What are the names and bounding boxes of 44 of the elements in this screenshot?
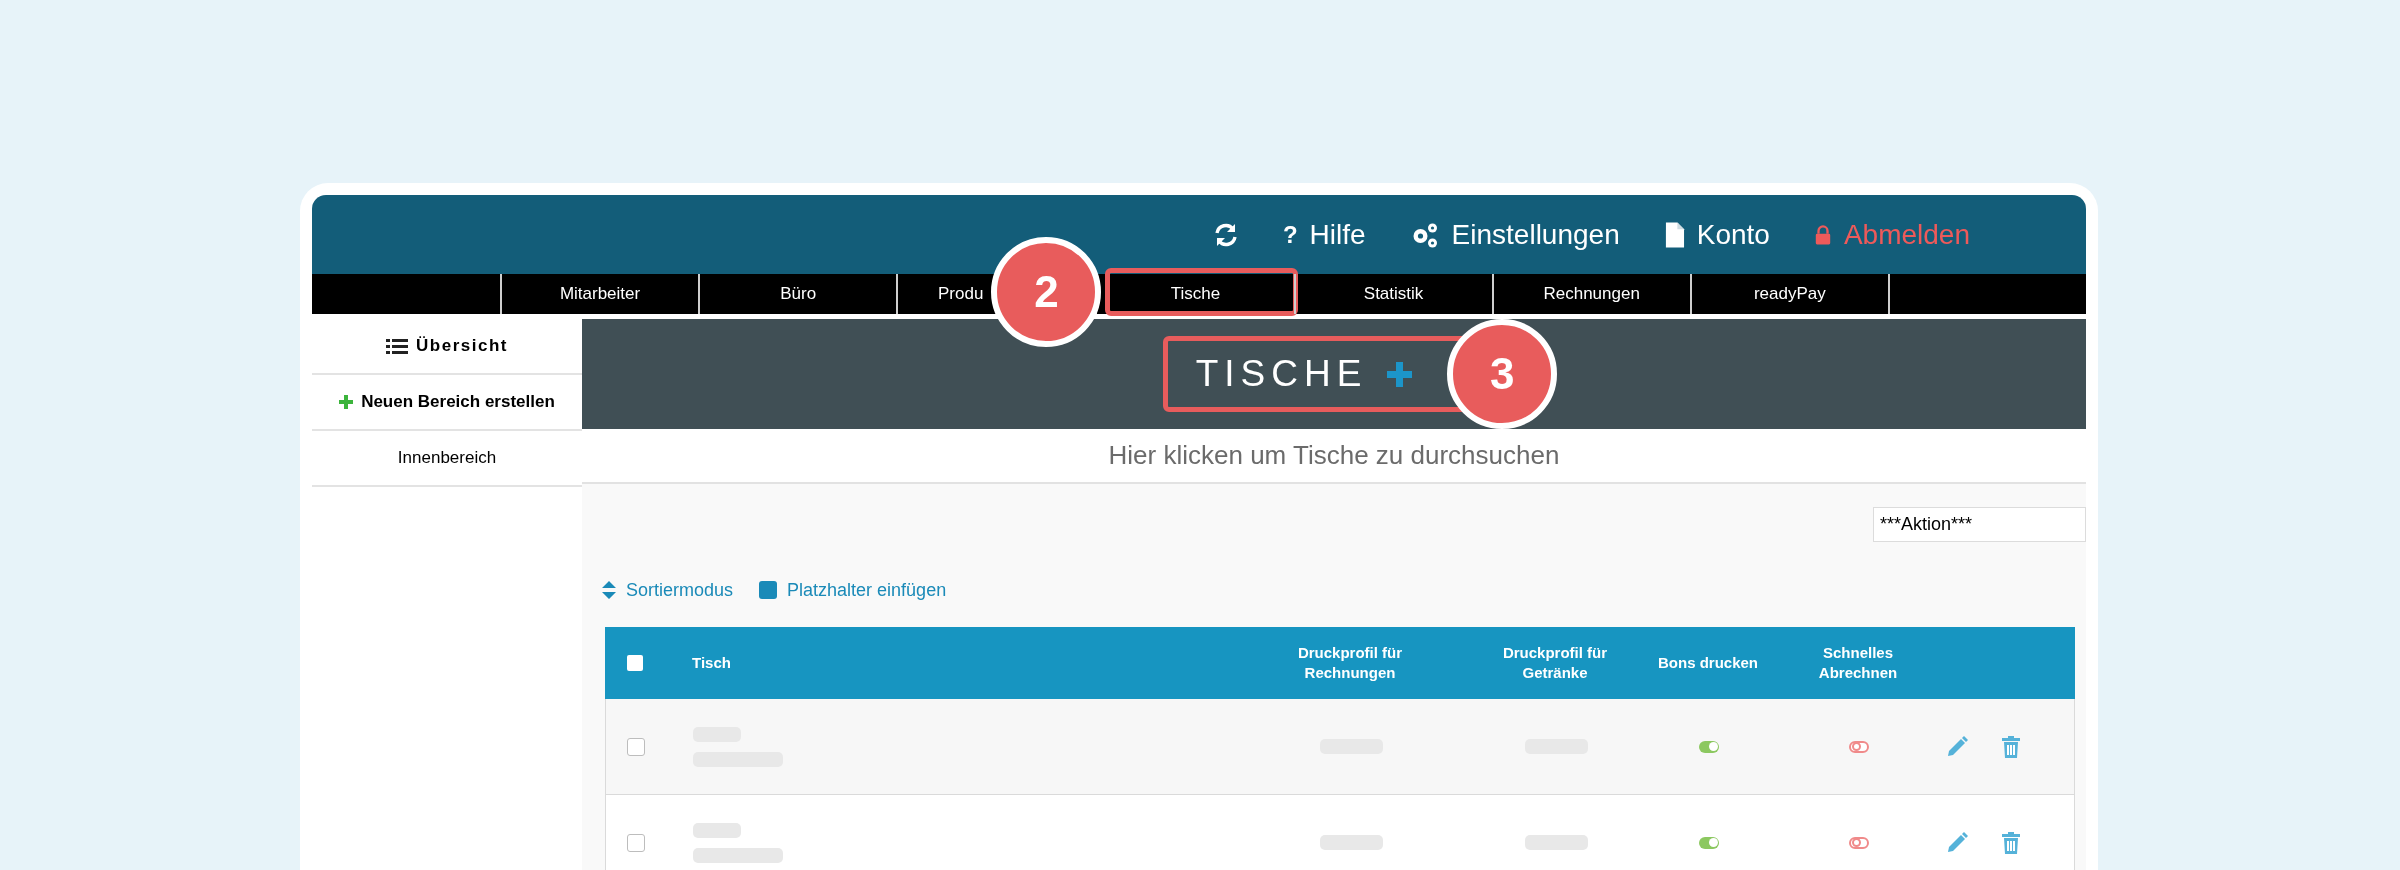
column-header: Druckprofil für Rechnungen [1296, 643, 1404, 683]
refresh-button[interactable] [1212, 221, 1239, 248]
nav-tab[interactable]: Büro [780, 281, 817, 307]
column-header: Schnelles Abrechnen [1817, 643, 1899, 683]
row-checkbox[interactable] [627, 737, 645, 756]
nav-tab[interactable]: readyPay [1753, 281, 1826, 307]
toggle-switch[interactable] [1849, 740, 1869, 753]
topbar-link[interactable]: Konto [1696, 213, 1770, 256]
trash-icon[interactable] [2002, 831, 2020, 854]
column-header: Tisch [692, 653, 732, 673]
nav-tab[interactable]: Mitarbeiter [559, 281, 641, 307]
select-all-checkbox[interactable] [627, 655, 643, 671]
document-icon [1663, 220, 1685, 249]
nav-tab[interactable]: Rechnungen [1543, 281, 1640, 307]
nav-tab[interactable]: Produ [938, 281, 984, 307]
nav-tab[interactable]: Statistik [1363, 281, 1424, 307]
refresh-icon [1212, 221, 1239, 248]
page-title: TISCHE [1195, 352, 1368, 397]
step-badge: 3 [1447, 319, 1558, 429]
topbar-link[interactable]: Einstellungen [1451, 213, 1620, 256]
row-checkbox[interactable] [627, 833, 645, 852]
trash-icon[interactable] [2002, 735, 2020, 758]
plus-icon [339, 395, 354, 409]
toolbar-link[interactable]: Platzhalter einfügen [787, 576, 947, 604]
column-header: Bons drucken [1657, 653, 1759, 673]
add-icon [1387, 361, 1413, 387]
sort-icon [602, 581, 616, 599]
column-header: Druckprofil für Getränke [1501, 643, 1609, 683]
topbar-link[interactable]: Hilfe [1309, 213, 1366, 256]
toggle-switch[interactable] [1699, 740, 1719, 753]
toggle-switch[interactable] [1699, 836, 1719, 849]
edit-icon[interactable] [1946, 831, 1968, 854]
sidebar-item[interactable]: Übersicht [416, 333, 508, 359]
help-icon: ? [1282, 216, 1298, 253]
sidebar-item[interactable]: Neuen Bereich erstellen [361, 389, 555, 415]
nav-tab[interactable]: Tische [1170, 281, 1221, 307]
edit-icon[interactable] [1946, 735, 1968, 758]
toggle-switch[interactable] [1849, 836, 1869, 849]
action-dropdown[interactable]: ***Aktion*** [1873, 507, 2086, 542]
toolbar-link[interactable]: Sortiermodus [626, 576, 734, 604]
square-icon [759, 581, 778, 599]
sidebar-item[interactable]: Innenbereich [397, 445, 497, 471]
lock-icon [1813, 223, 1832, 246]
list-icon [386, 337, 409, 355]
